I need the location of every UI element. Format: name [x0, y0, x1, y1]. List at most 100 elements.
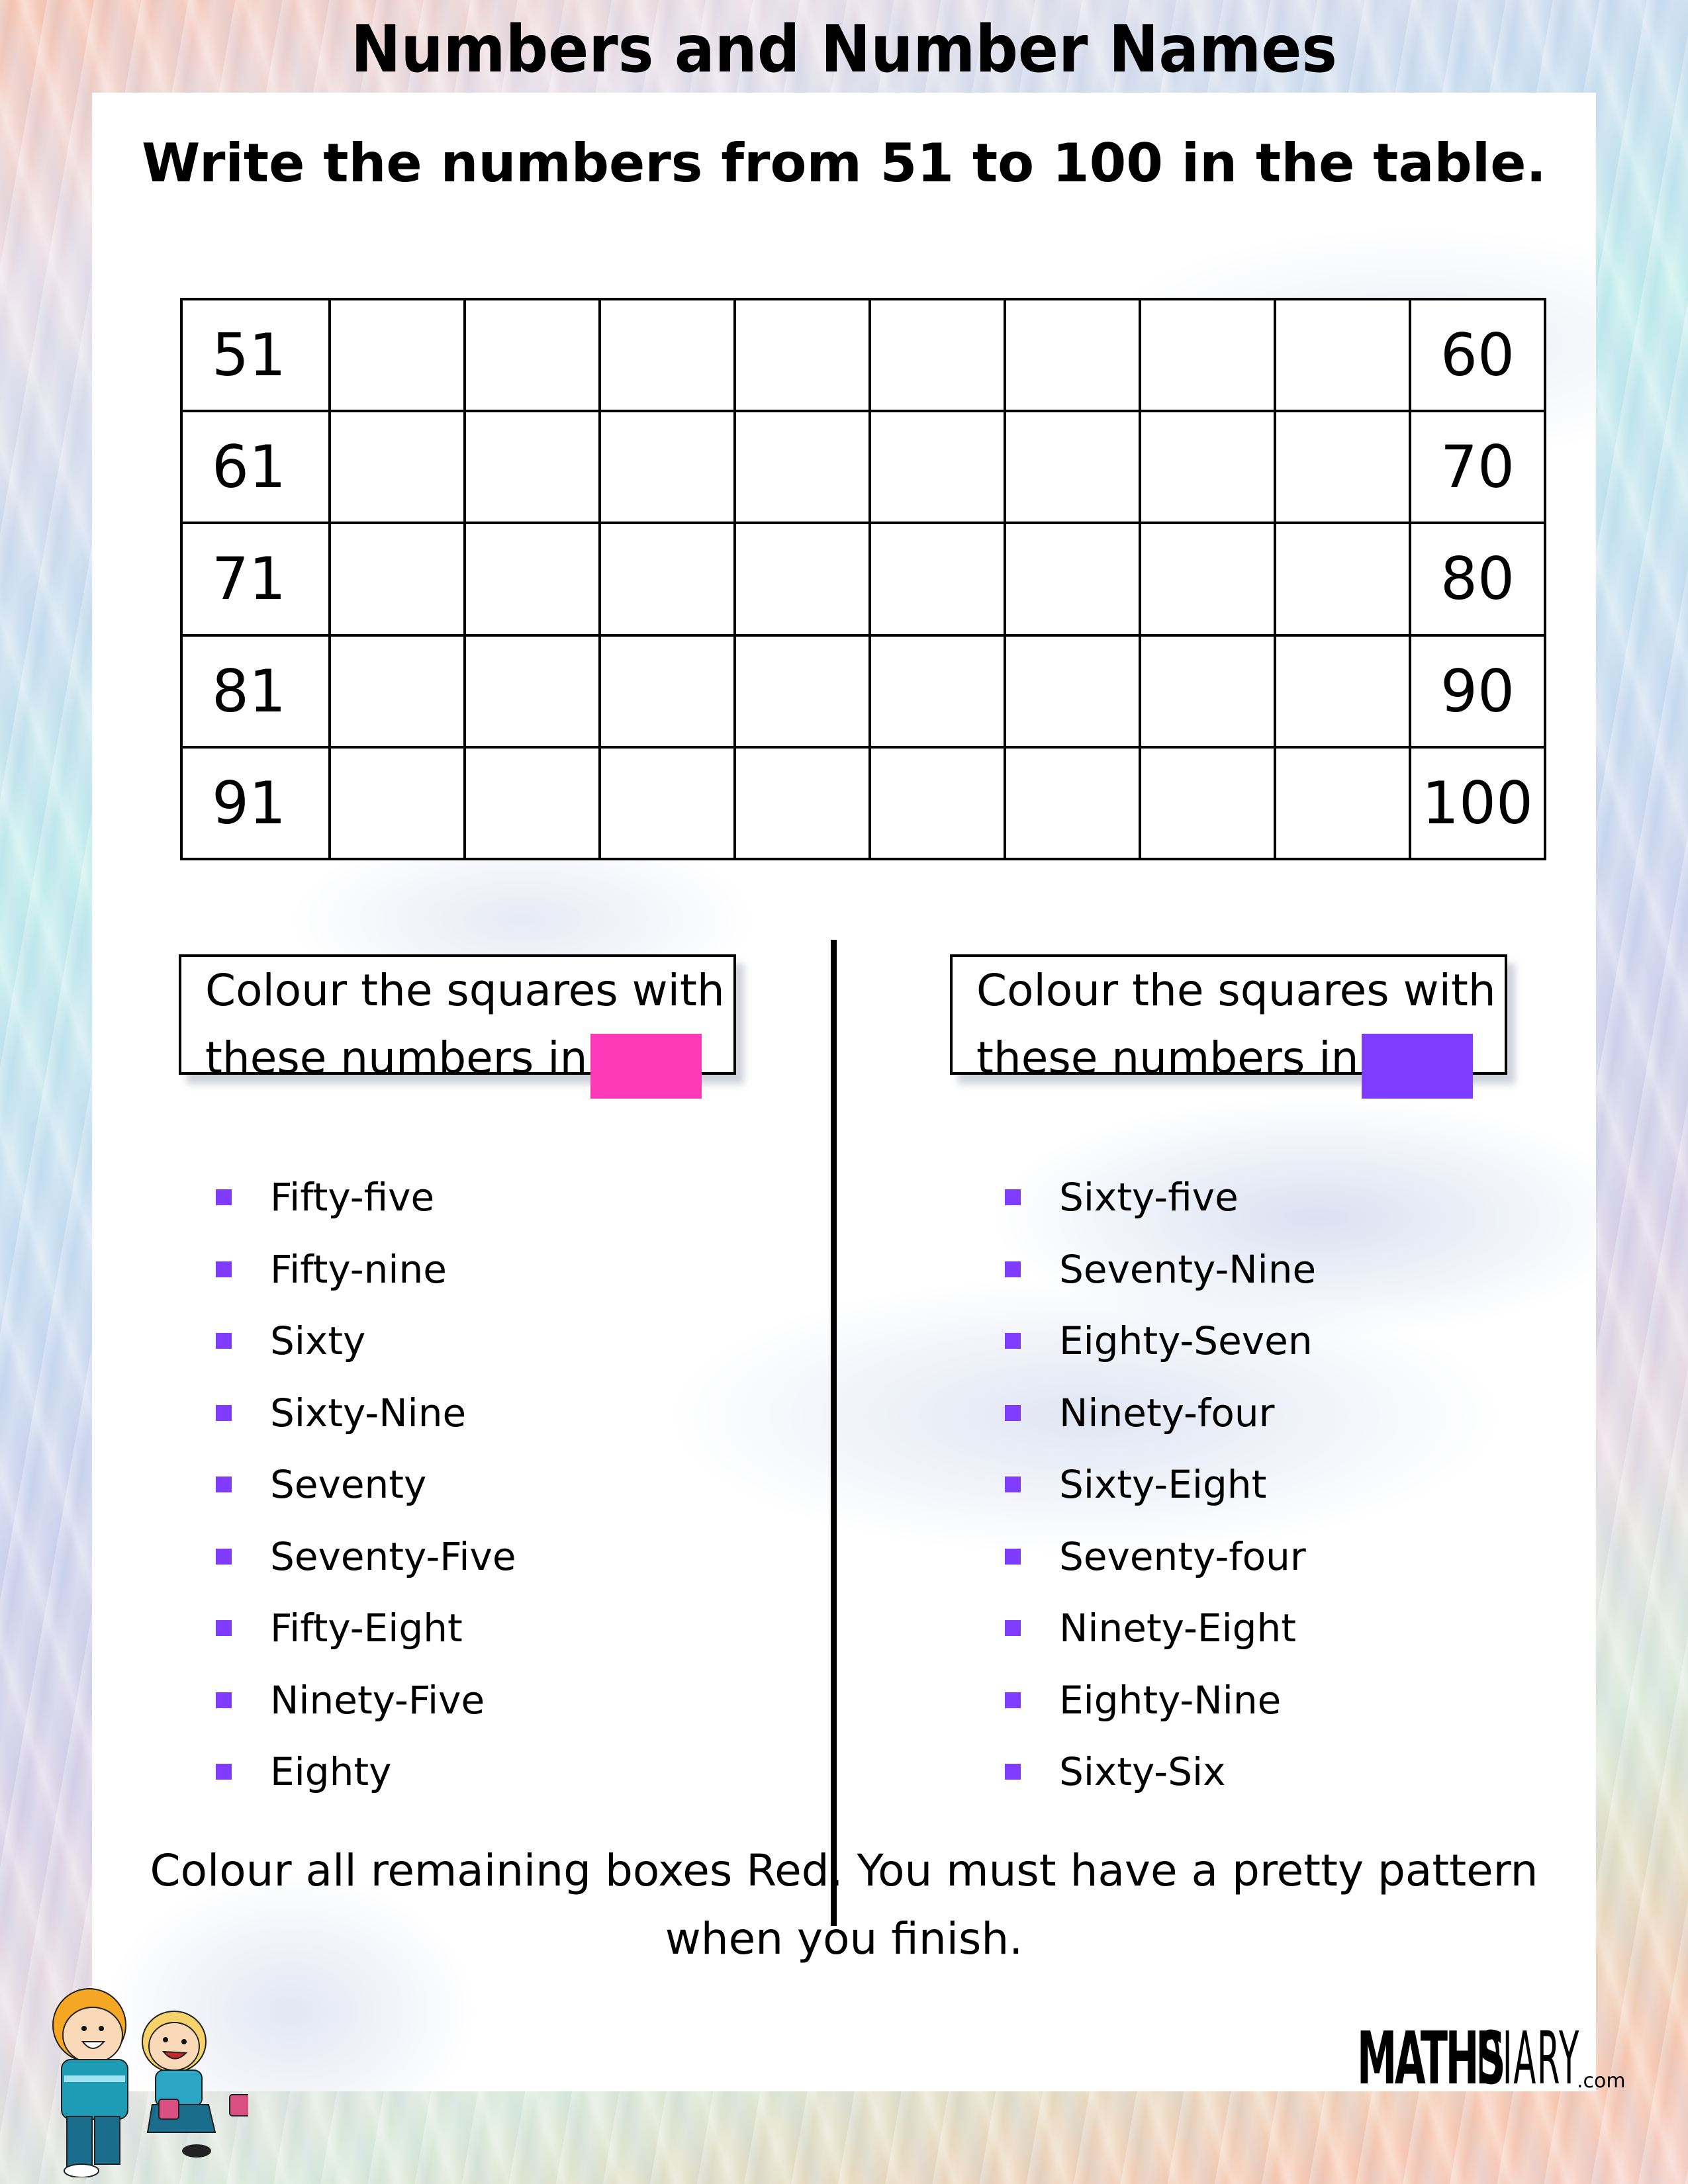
grid-cell-empty[interactable]	[1139, 522, 1276, 637]
grid-cell-empty[interactable]	[1274, 522, 1411, 637]
number-name: Seventy-Nine	[1059, 1246, 1317, 1292]
square-bullet-icon	[216, 1692, 232, 1708]
footer-instruction: Colour all remaining boxes Red. You must…	[0, 1837, 1688, 1973]
grid-cell-empty[interactable]	[1274, 633, 1411, 749]
page-title: Numbers and Number Names	[351, 12, 1337, 87]
grid-cell-empty[interactable]	[733, 522, 871, 637]
number-name: Seventy-four	[1059, 1533, 1306, 1579]
grid-cell-empty[interactable]	[868, 410, 1006, 525]
number-name: Fifty-nine	[270, 1246, 447, 1292]
square-bullet-icon	[1005, 1548, 1021, 1565]
grid-cell-empty[interactable]	[598, 522, 736, 637]
grid-cell-empty[interactable]	[328, 745, 466, 861]
grid-cell-start[interactable]: 81	[180, 633, 331, 749]
grid-cell-empty[interactable]	[1004, 522, 1141, 637]
grid-cell-end[interactable]: 60	[1409, 297, 1546, 413]
list-item: Sixty-Eight	[1005, 1449, 1316, 1521]
grid-cell-empty[interactable]	[463, 410, 601, 525]
list-item: Seventy-Five	[216, 1521, 516, 1593]
grid-cell-empty[interactable]	[1139, 633, 1276, 749]
number-name: Sixty	[270, 1318, 366, 1364]
grid-cell-empty[interactable]	[1139, 297, 1276, 413]
purple-color-swatch	[1362, 1034, 1473, 1099]
grid-cell-empty[interactable]	[1274, 410, 1411, 525]
number-name: Ninety-Eight	[1059, 1606, 1296, 1651]
grid-cell-empty[interactable]	[868, 633, 1006, 749]
list-item: Eighty	[216, 1736, 516, 1808]
grid-cell-empty[interactable]	[463, 522, 601, 637]
square-bullet-icon	[216, 1620, 232, 1637]
grid-cell-empty[interactable]	[328, 297, 466, 413]
grid-cell-empty[interactable]	[598, 297, 736, 413]
grid-cell-start[interactable]: 71	[180, 522, 331, 637]
grid-row: 61 70	[180, 410, 1546, 525]
grid-cell-end[interactable]: 100	[1409, 745, 1546, 861]
grid-cell-empty[interactable]	[733, 745, 871, 861]
grid-row: 51 60	[180, 297, 1546, 413]
square-bullet-icon	[1005, 1261, 1021, 1277]
kids-illustration	[23, 1946, 254, 2178]
number-name: Sixty-five	[1059, 1175, 1239, 1220]
grid-cell-empty[interactable]	[598, 745, 736, 861]
list-item: Seventy-Nine	[1005, 1234, 1316, 1306]
grid-cell-empty[interactable]	[463, 297, 601, 413]
square-bullet-icon	[216, 1261, 232, 1277]
grid-cell-end[interactable]: 80	[1409, 522, 1546, 637]
pink-number-list: Fifty-five Fifty-nine Sixty Sixty-Nine Seven…	[216, 1161, 516, 1808]
number-name: Eighty-Nine	[1059, 1677, 1282, 1723]
number-name: Fifty-five	[270, 1175, 435, 1220]
grid-cell-empty[interactable]	[1274, 297, 1411, 413]
square-bullet-icon	[1005, 1692, 1021, 1708]
instruction-line-1: Colour the squares with	[976, 965, 1496, 1016]
logo-com: .com	[1577, 2070, 1626, 2093]
mathsdiary-logo: MATHS DIARY .com	[1357, 2016, 1626, 2101]
grid-cell-empty[interactable]	[868, 297, 1006, 413]
grid-cell-empty[interactable]	[733, 297, 871, 413]
purple-instruction-box: Colour the squares with these numbers in	[950, 954, 1507, 1099]
grid-cell-empty[interactable]	[1139, 410, 1276, 525]
grid-cell-empty[interactable]	[733, 633, 871, 749]
logo-maths: MATHS	[1357, 2016, 1506, 2101]
grid-cell-empty[interactable]	[868, 745, 1006, 861]
grid-row: 91 100	[180, 745, 1546, 861]
grid-row: 71 80	[180, 522, 1546, 637]
list-item: Sixty-Six	[1005, 1736, 1316, 1808]
grid-cell-empty[interactable]	[328, 633, 466, 749]
grid-cell-empty[interactable]	[598, 633, 736, 749]
grid-cell-start[interactable]: 61	[180, 410, 331, 525]
grid-cell-empty[interactable]	[463, 633, 601, 749]
grid-cell-start[interactable]: 91	[180, 745, 331, 861]
column-divider	[831, 940, 837, 1926]
square-bullet-icon	[1005, 1189, 1021, 1206]
grid-cell-empty[interactable]	[598, 410, 736, 525]
footer-line-2: when you finish.	[665, 1913, 1023, 1964]
grid-cell-empty[interactable]	[1004, 633, 1141, 749]
square-bullet-icon	[1005, 1477, 1021, 1493]
square-bullet-icon	[1005, 1620, 1021, 1637]
grid-cell-end[interactable]: 70	[1409, 410, 1546, 525]
grid-cell-empty[interactable]	[463, 745, 601, 861]
grid-cell-empty[interactable]	[1004, 745, 1141, 861]
grid-cell-empty[interactable]	[1004, 410, 1141, 525]
number-name: Fifty-Eight	[270, 1606, 463, 1651]
number-name: Ninety-four	[1059, 1390, 1275, 1435]
instruction-heading: Write the numbers from 51 to 100 in the …	[142, 132, 1546, 194]
grid-cell-end[interactable]: 90	[1409, 633, 1546, 749]
number-name: Sixty-Six	[1059, 1749, 1226, 1795]
grid-cell-empty[interactable]	[868, 522, 1006, 637]
instruction-line-1: Colour the squares with	[205, 965, 725, 1016]
grid-cell-empty[interactable]	[1139, 745, 1276, 861]
grid-cell-empty[interactable]	[733, 410, 871, 525]
list-item: Fifty-Eight	[216, 1592, 516, 1664]
list-item: Sixty-Nine	[216, 1377, 516, 1449]
grid-cell-empty[interactable]	[328, 410, 466, 525]
number-name: Ninety-Five	[270, 1677, 485, 1723]
grid-cell-empty[interactable]	[328, 522, 466, 637]
grid-cell-empty[interactable]	[1004, 297, 1141, 413]
number-name: Eighty-Seven	[1059, 1318, 1313, 1364]
square-bullet-icon	[216, 1189, 232, 1206]
grid-cell-empty[interactable]	[1274, 745, 1411, 861]
grid-cell-start[interactable]: 51	[180, 297, 331, 413]
list-item: Eighty-Seven	[1005, 1305, 1316, 1377]
purple-number-list: Sixty-five Seventy-Nine Eighty-Seven Ninety…	[1005, 1161, 1316, 1808]
